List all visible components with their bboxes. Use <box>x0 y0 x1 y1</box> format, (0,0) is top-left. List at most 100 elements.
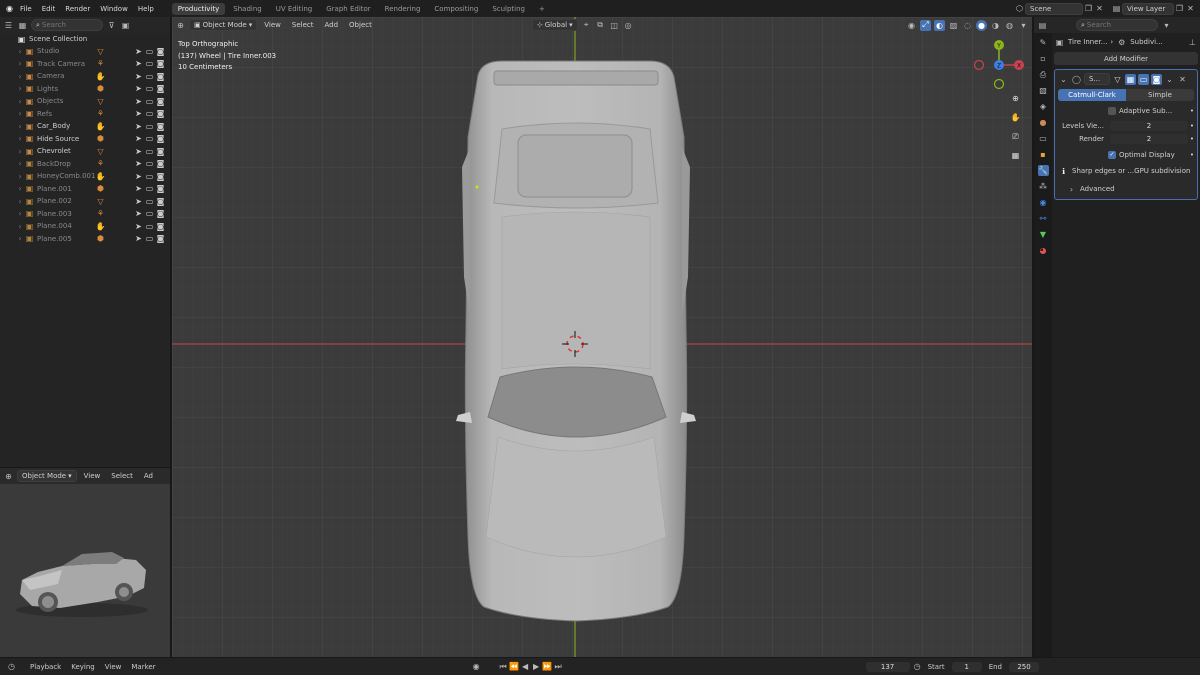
timeline-menu-marker[interactable]: Marker <box>126 663 160 671</box>
editor-type-icon[interactable]: ▤ <box>1037 20 1048 31</box>
viewport-hide-icon[interactable]: ▭ <box>144 233 155 244</box>
output-tab-icon[interactable]: ⎙ <box>1038 69 1049 80</box>
end-frame-field[interactable]: 250 <box>1009 661 1039 672</box>
render-levels-field[interactable]: 2 <box>1110 134 1188 144</box>
new-collection-icon[interactable]: ▣ <box>120 20 131 31</box>
outliner-item[interactable]: › ▣ Refs ⚘ ➤ ▭ ◙ <box>0 108 170 121</box>
outliner-root[interactable]: ▣ Scene Collection <box>0 33 170 45</box>
jump-end-icon[interactable]: ⏭ <box>553 661 564 672</box>
viewport-hide-icon[interactable]: ▭ <box>144 146 155 157</box>
select-toggle-icon[interactable]: ➤ <box>133 146 144 157</box>
outliner-search-field[interactable]: ⌕ Search <box>31 19 103 31</box>
view-layer-selector[interactable]: View Layer <box>1122 2 1174 15</box>
tab-catmull-clark[interactable]: Catmull-Clark <box>1058 89 1126 101</box>
viewport-hide-icon[interactable]: ▭ <box>144 171 155 182</box>
select-toggle-icon[interactable]: ➤ <box>133 158 144 169</box>
expand-arrow-icon[interactable]: › <box>16 196 24 207</box>
rendered-shading-icon[interactable]: ◍ <box>1004 20 1015 31</box>
expand-arrow-icon[interactable]: › <box>16 221 24 232</box>
cage-toggle-icon[interactable]: ▦ <box>1125 73 1136 85</box>
render-toggle-icon[interactable]: ◙ <box>1151 73 1162 85</box>
expand-arrow-icon[interactable]: › <box>16 233 24 244</box>
render-toggle-icon[interactable]: ◙ <box>155 233 166 244</box>
outliner-item[interactable]: › ▣ Plane.001 ⬢ ➤ ▭ ◙ <box>0 183 170 196</box>
editor-type-icon[interactable]: ⊕ <box>175 20 186 31</box>
render-toggle-icon[interactable]: ◙ <box>155 71 166 82</box>
workspace-tab-productivity[interactable]: Productivity <box>171 2 226 15</box>
viewport-hide-icon[interactable]: ▭ <box>144 46 155 57</box>
object-tab-icon[interactable]: ▪ <box>1038 149 1049 160</box>
pivot-icon[interactable]: ⌖ <box>581 20 592 31</box>
transform-orientation-selector[interactable]: ⊹ Global ▾ <box>531 19 578 31</box>
select-toggle-icon[interactable]: ➤ <box>133 208 144 219</box>
new-view-layer-icon[interactable]: ❐ <box>1174 3 1185 14</box>
gizmo-toggle-icon[interactable]: ⤢ <box>920 19 931 31</box>
mini-menu-add[interactable]: Ad <box>140 472 157 480</box>
workspace-tab-shading[interactable]: Shading <box>227 3 267 15</box>
mini-mode-selector[interactable]: Object Mode ▾ <box>17 470 77 482</box>
select-toggle-icon[interactable]: ➤ <box>133 58 144 69</box>
snap-icon[interactable]: ⧉ <box>595 20 606 31</box>
scene-tab-icon[interactable]: ◈ <box>1038 101 1049 112</box>
render-toggle-icon[interactable]: ◙ <box>155 108 166 119</box>
render-tab-icon[interactable]: ▫ <box>1038 53 1049 64</box>
auto-keying-icon[interactable]: ◉ <box>471 661 482 672</box>
expand-arrow-icon[interactable]: › <box>16 121 24 132</box>
proportional-edit-icon[interactable]: ◎ <box>623 20 634 31</box>
blender-logo-icon[interactable]: ◉ <box>4 3 15 14</box>
outliner-item[interactable]: › ▣ Car_Body ✋ ➤ ▭ ◙ <box>0 120 170 133</box>
workspace-tab-uv-editing[interactable]: UV Editing <box>270 3 319 15</box>
material-shading-icon[interactable]: ◑ <box>990 20 1001 31</box>
particles-tab-icon[interactable]: ⁂ <box>1038 181 1049 192</box>
modifier-tab-icon[interactable]: 🔧 <box>1037 165 1049 176</box>
expand-arrow-icon[interactable]: › <box>16 83 24 94</box>
remove-modifier-icon[interactable]: ✕ <box>1177 74 1188 85</box>
next-keyframe-icon[interactable]: ⏩ <box>542 661 553 672</box>
workspace-tab-rendering[interactable]: Rendering <box>379 3 427 15</box>
preview-range-icon[interactable]: ◷ <box>912 661 923 672</box>
options-icon[interactable]: ▾ <box>1161 20 1172 31</box>
material-tab-icon[interactable]: ◕ <box>1038 245 1049 256</box>
keyframe-dot-icon[interactable]: • <box>1190 107 1194 115</box>
edit-mode-toggle-icon[interactable]: ▽ <box>1112 74 1123 85</box>
advanced-subpanel[interactable]: › Advanced <box>1058 183 1194 195</box>
expand-arrow-icon[interactable]: › <box>16 158 24 169</box>
timeline-menu-view[interactable]: View <box>100 663 127 671</box>
pin-icon[interactable]: ⊥ <box>1187 37 1198 48</box>
workspace-tab-compositing[interactable]: Compositing <box>428 3 484 15</box>
render-toggle-icon[interactable]: ◙ <box>155 133 166 144</box>
expand-arrow-icon[interactable]: › <box>16 171 24 182</box>
render-toggle-icon[interactable]: ◙ <box>155 183 166 194</box>
add-workspace-button[interactable]: + <box>533 3 551 15</box>
viewport-hide-icon[interactable]: ▭ <box>144 158 155 169</box>
collapse-chevron-icon[interactable]: ⌄ <box>1058 74 1069 85</box>
expand-arrow-icon[interactable]: › <box>16 96 24 107</box>
constraints-tab-icon[interactable]: ⚯ <box>1038 213 1049 224</box>
tool-tab-icon[interactable]: ✎ <box>1038 37 1049 48</box>
render-toggle-icon[interactable]: ◙ <box>155 83 166 94</box>
mini-viewport[interactable]: ⊕ Object Mode ▾ View Select Ad <box>0 468 170 657</box>
delete-scene-icon[interactable]: ✕ <box>1094 3 1105 14</box>
expand-arrow-icon[interactable]: › <box>16 46 24 57</box>
outliner-item[interactable]: › ▣ Studio ▽ ➤ ▭ ◙ <box>0 45 170 58</box>
menu-help[interactable]: Help <box>133 5 159 13</box>
outliner-item[interactable]: › ▣ BackDrop ⚘ ➤ ▭ ◙ <box>0 158 170 171</box>
outliner-item[interactable]: › ▣ HoneyComb.001 ✋ ➤ ▭ ◙ <box>0 170 170 183</box>
expand-arrow-icon[interactable]: › <box>16 183 24 194</box>
filter-icon[interactable]: ⊽ <box>106 20 117 31</box>
viewport-hide-icon[interactable]: ▭ <box>144 221 155 232</box>
select-toggle-icon[interactable]: ➤ <box>133 96 144 107</box>
viewport-hide-icon[interactable]: ▭ <box>144 58 155 69</box>
keyframe-dot-icon[interactable]: • <box>1190 151 1194 159</box>
menu-window[interactable]: Window <box>95 5 133 13</box>
expand-arrow-icon[interactable]: › <box>16 146 24 157</box>
timeline-menu-playback[interactable]: Playback <box>25 663 66 671</box>
outliner-item[interactable]: › ▣ Plane.004 ✋ ➤ ▭ ◙ <box>0 220 170 233</box>
keyframe-dot-icon[interactable]: • <box>1190 122 1194 130</box>
ortho-grid-icon[interactable]: ▦ <box>1010 150 1021 161</box>
jump-start-icon[interactable]: ⏮ <box>498 661 509 672</box>
editor-type-icon[interactable]: ◷ <box>6 661 17 672</box>
world-tab-icon[interactable]: ● <box>1038 117 1049 128</box>
xray-toggle-icon[interactable]: ▨ <box>948 20 959 31</box>
tab-simple[interactable]: Simple <box>1126 89 1194 101</box>
